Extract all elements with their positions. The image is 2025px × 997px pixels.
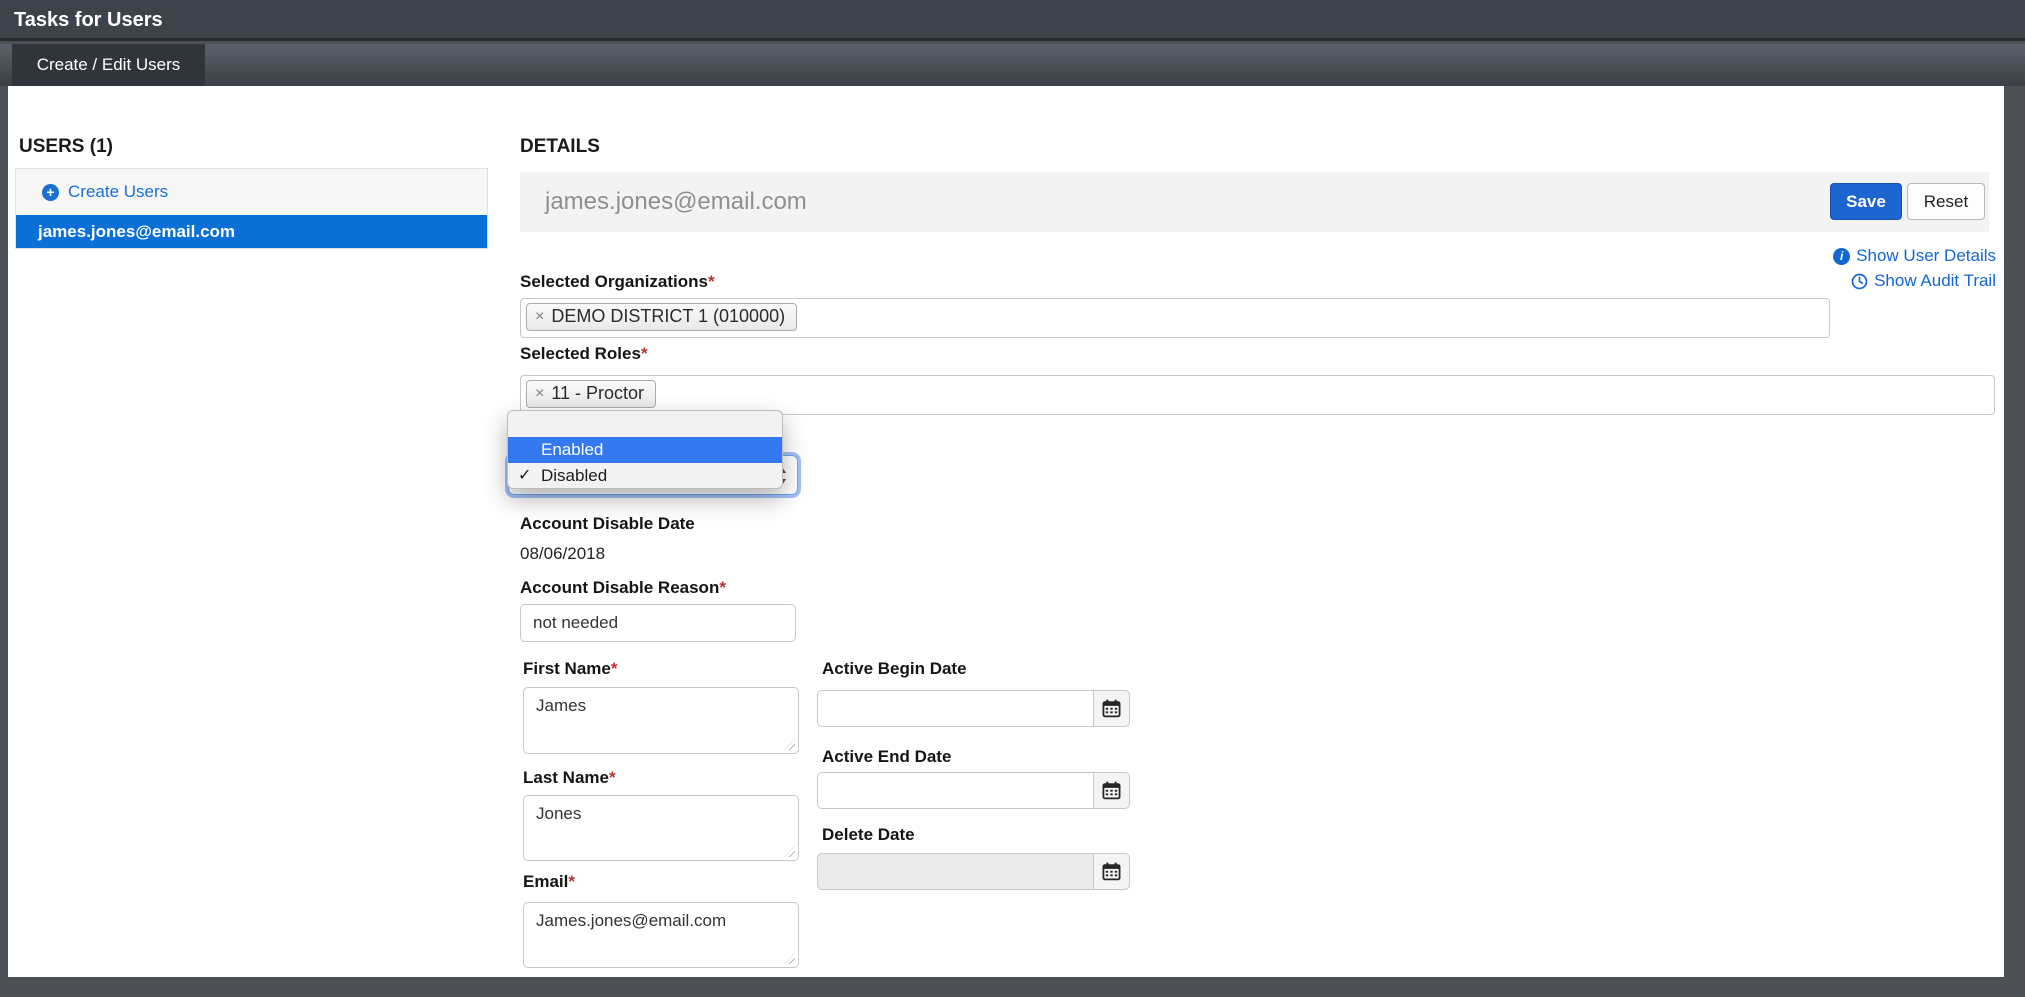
delete-date-calendar-button[interactable] xyxy=(1093,853,1130,890)
account-disable-reason-label: Account Disable Reason* xyxy=(520,578,726,598)
details-header-bar: james.jones@email.com Save Reset xyxy=(520,172,1989,232)
create-users-label: Create Users xyxy=(68,182,168,202)
last-name-textarea[interactable]: Jones xyxy=(523,795,799,861)
delete-date-label: Delete Date xyxy=(822,825,915,845)
details-heading: DETAILS xyxy=(520,136,600,158)
bottom-frame-bar xyxy=(0,977,2025,997)
user-list: + Create Users james.jones@email.com xyxy=(15,168,488,249)
account-disable-date-value: 08/06/2018 xyxy=(520,544,605,564)
account-disable-reason-input[interactable] xyxy=(520,604,796,642)
top-bar: Tasks for Users xyxy=(0,0,2025,41)
required-asterisk: * xyxy=(719,578,726,597)
active-begin-date-calendar-button[interactable] xyxy=(1093,690,1130,727)
required-asterisk: * xyxy=(641,344,648,363)
show-user-details-label: Show User Details xyxy=(1856,246,1996,266)
dropdown-option-disabled[interactable]: ✓ Disabled xyxy=(508,463,782,489)
clock-icon xyxy=(1851,273,1868,290)
tab-create-edit-users[interactable]: Create / Edit Users xyxy=(12,44,205,86)
active-begin-date-label: Active Begin Date xyxy=(822,659,967,679)
active-end-date-group xyxy=(817,772,1130,809)
app-window: Tasks for Users + Add Task Previous Task… xyxy=(0,0,2025,997)
first-name-label: First Name* xyxy=(523,659,618,679)
calendar-icon xyxy=(1102,699,1121,718)
account-disable-date-label: Account Disable Date xyxy=(520,514,695,534)
selected-roles-label: Selected Roles* xyxy=(520,344,648,364)
dropdown-option-enabled[interactable]: Enabled xyxy=(508,437,782,463)
selected-organizations-input[interactable]: × DEMO DISTRICT 1 (010000) xyxy=(520,298,1830,338)
reset-button[interactable]: Reset xyxy=(1907,183,1985,220)
email-textarea[interactable]: James.jones@email.com xyxy=(523,902,799,968)
selected-organizations-label: Selected Organizations* xyxy=(520,272,715,292)
remove-tag-icon[interactable]: × xyxy=(535,385,544,403)
active-end-date-calendar-button[interactable] xyxy=(1093,772,1130,809)
info-icon: i xyxy=(1833,248,1850,265)
last-name-label: Last Name* xyxy=(523,768,616,788)
active-begin-date-input[interactable] xyxy=(817,690,1093,727)
plus-circle-icon: + xyxy=(42,184,59,201)
user-email-display: james.jones@email.com xyxy=(545,172,807,232)
first-name-textarea[interactable]: James xyxy=(523,687,799,754)
account-status-dropdown-menu: Enabled ✓ Disabled xyxy=(507,410,783,489)
required-asterisk: * xyxy=(568,872,575,891)
required-asterisk: * xyxy=(609,768,616,787)
page-title: Tasks for Users xyxy=(14,0,163,41)
delete-date-input xyxy=(817,853,1093,890)
active-end-date-label: Active End Date xyxy=(822,747,951,767)
required-asterisk: * xyxy=(708,272,715,291)
dropdown-option-blank[interactable] xyxy=(508,411,782,437)
role-tag-label: 11 - Proctor xyxy=(551,383,644,404)
save-button[interactable]: Save xyxy=(1830,183,1902,220)
role-tag: × 11 - Proctor xyxy=(526,380,656,408)
tab-bar xyxy=(0,44,2025,86)
delete-date-group xyxy=(817,853,1130,890)
user-list-item-selected[interactable]: james.jones@email.com xyxy=(16,215,487,248)
show-audit-trail-label: Show Audit Trail xyxy=(1874,271,1996,291)
tab-label: Create / Edit Users xyxy=(37,55,181,75)
calendar-icon xyxy=(1102,781,1121,800)
selected-roles-input[interactable]: × 11 - Proctor xyxy=(520,375,1995,415)
show-audit-trail-link[interactable]: Show Audit Trail xyxy=(1851,271,1996,291)
users-heading: USERS (1) xyxy=(19,136,113,158)
required-asterisk: * xyxy=(611,659,618,678)
remove-tag-icon[interactable]: × xyxy=(535,308,544,326)
organization-tag-label: DEMO DISTRICT 1 (010000) xyxy=(551,306,785,327)
organization-tag: × DEMO DISTRICT 1 (010000) xyxy=(526,303,797,331)
calendar-icon xyxy=(1102,862,1121,881)
show-user-details-link[interactable]: i Show User Details xyxy=(1833,246,1996,266)
create-users-link[interactable]: + Create Users xyxy=(16,169,487,215)
active-begin-date-group xyxy=(817,690,1130,727)
email-label: Email* xyxy=(523,872,575,892)
active-end-date-input[interactable] xyxy=(817,772,1093,809)
selected-check-icon: ✓ xyxy=(518,463,531,489)
